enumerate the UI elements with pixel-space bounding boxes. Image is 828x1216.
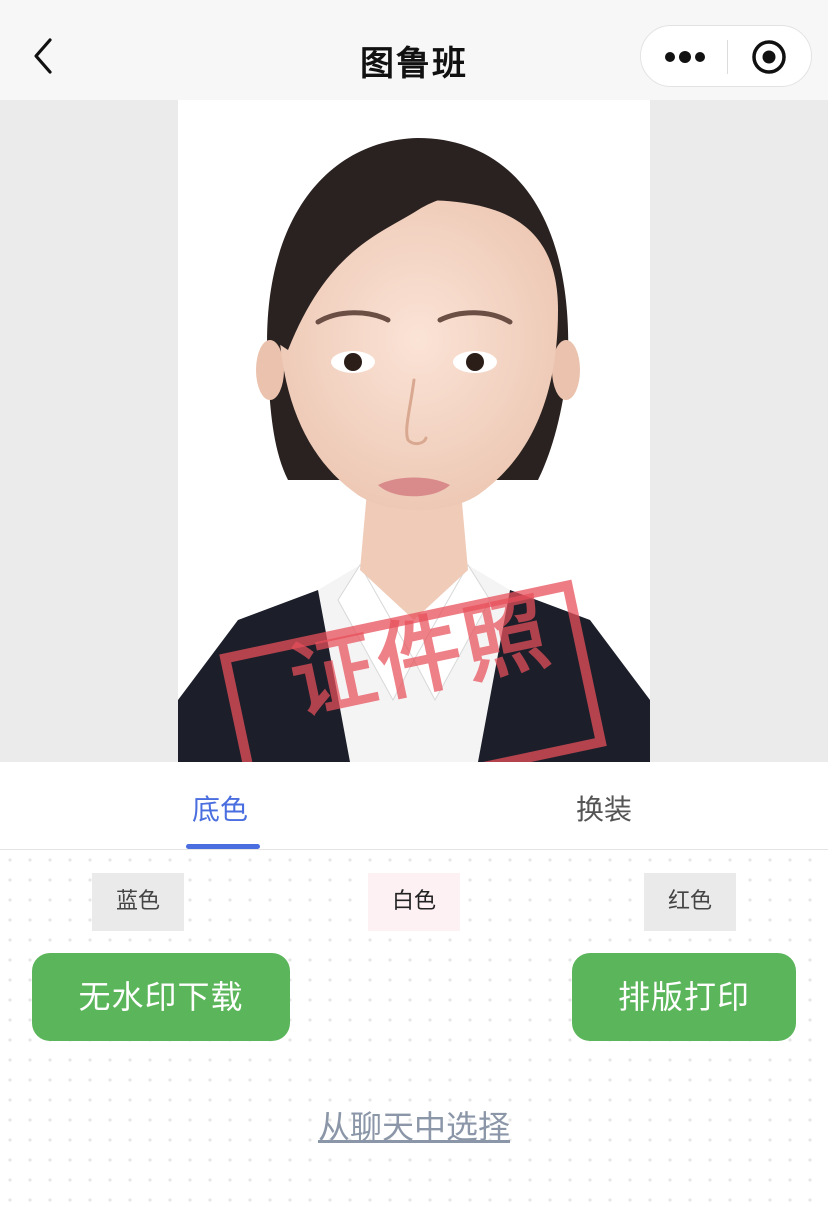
color-option-blue[interactable]: 蓝色 <box>92 873 184 931</box>
color-option-white[interactable]: 白色 <box>368 873 460 931</box>
mini-program-capsule <box>640 25 812 87</box>
tab-bar: 底色 换装 <box>0 762 828 850</box>
download-no-watermark-button[interactable]: 无水印下载 <box>32 953 290 1041</box>
more-button[interactable] <box>663 46 707 68</box>
target-close-icon <box>752 40 786 74</box>
more-dots-icon <box>665 51 705 63</box>
tab-change-outfit[interactable]: 换装 <box>576 788 632 828</box>
layout-print-button[interactable]: 排版打印 <box>572 953 796 1041</box>
close-button[interactable] <box>751 39 787 75</box>
tab-background-color[interactable]: 底色 <box>192 788 248 828</box>
capsule-divider <box>727 40 728 74</box>
nav-bar: 图鲁班 <box>0 0 828 100</box>
id-photo: 证件照 <box>178 100 650 762</box>
choose-from-chat-link[interactable]: 从聊天中选择 <box>0 1102 828 1148</box>
options-panel: 蓝色 白色 红色 无水印下载 排版打印 从聊天中选择 <box>0 850 828 1216</box>
photo-preview-area: 证件照 <box>0 100 828 762</box>
color-option-red[interactable]: 红色 <box>644 873 736 931</box>
active-tab-indicator <box>186 844 260 849</box>
